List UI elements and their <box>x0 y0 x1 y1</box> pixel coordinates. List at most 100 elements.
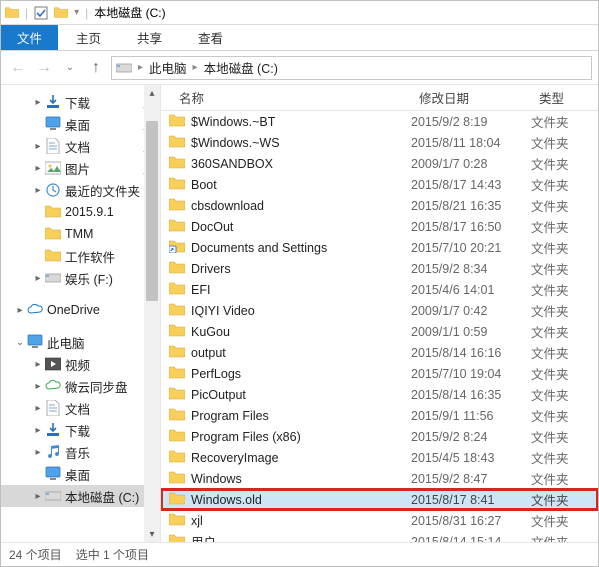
back-button[interactable]: ← <box>7 57 29 79</box>
breadcrumb-current[interactable]: 本地磁盘 (C:) <box>204 58 278 77</box>
tree-onedrive[interactable]: ▸ OneDrive <box>1 299 160 321</box>
file-row[interactable]: xjl2015/8/31 16:27文件夹 <box>161 510 598 531</box>
tree-wysync[interactable]: ▸ 微云同步盘 <box>1 375 160 397</box>
tree-documents[interactable]: ▸ 文档 📌 <box>1 135 160 157</box>
file-row[interactable]: DocOut2015/8/17 16:50文件夹 <box>161 216 598 237</box>
cell-date: 2015/9/2 8:34 <box>411 262 531 276</box>
file-row[interactable]: 360SANDBOX2009/1/7 0:28文件夹 <box>161 153 598 174</box>
file-row[interactable]: Windows2015/9/2 8:47文件夹 <box>161 468 598 489</box>
tree-folder-c[interactable]: 工作软件 <box>1 245 160 267</box>
file-row[interactable]: Program Files2015/9/1 11:56文件夹 <box>161 405 598 426</box>
file-row[interactable]: Program Files (x86)2015/9/2 8:24文件夹 <box>161 426 598 447</box>
file-row[interactable]: $Windows.~BT2015/9/2 8:19文件夹 <box>161 111 598 132</box>
file-row[interactable]: IQIYI Video2009/1/7 0:42文件夹 <box>161 300 598 321</box>
scroll-thumb[interactable] <box>146 121 158 301</box>
tab-view[interactable]: 查看 <box>180 25 241 50</box>
recent-dropdown[interactable]: ⌄ <box>59 57 81 79</box>
monitor-icon <box>45 466 61 482</box>
tree-thispc[interactable]: ⌄ 此电脑 <box>1 331 160 353</box>
tree-pictures[interactable]: ▸ 图片 📌 <box>1 157 160 179</box>
chevron-right-icon[interactable]: ▸ <box>31 447 45 458</box>
tree-entertainment[interactable]: ▸ 娱乐 (F:) <box>1 267 160 289</box>
cell-date: 2015/8/21 16:35 <box>411 199 531 213</box>
file-row[interactable]: PicOutput2015/8/14 16:35文件夹 <box>161 384 598 405</box>
file-pane: 名称 修改日期 类型 $Windows.~BT2015/9/2 8:19文件夹$… <box>161 85 598 542</box>
folder-icon <box>169 281 185 298</box>
tree-desktop[interactable]: 桌面 📌 <box>1 113 160 135</box>
chevron-right-icon[interactable]: ▸ <box>31 359 45 370</box>
file-row[interactable]: RecoveryImage2015/4/5 18:43文件夹 <box>161 447 598 468</box>
scroll-track[interactable] <box>144 101 160 526</box>
col-date[interactable]: 修改日期 <box>411 88 531 107</box>
scroll-up-icon[interactable]: ▴ <box>144 85 160 101</box>
tree-cdrive[interactable]: ▸ 本地磁盘 (C:) <box>1 485 160 507</box>
chevron-right-icon[interactable]: ▸ <box>13 305 27 316</box>
file-row[interactable]: Drivers 2015/9/2 8:34文件夹 <box>161 258 598 279</box>
tree-folder-a[interactable]: 2015.9.1 <box>1 201 160 223</box>
cell-type: 文件夹 <box>531 259 598 278</box>
up-button[interactable]: ↑ <box>85 57 107 79</box>
chevron-right-icon[interactable]: ▸ <box>31 425 45 436</box>
picture-icon <box>45 160 61 176</box>
chevron-right-icon[interactable]: ▸ <box>31 163 45 174</box>
chevron-right-icon[interactable]: ▸ <box>31 97 45 108</box>
tab-file[interactable]: 文件 <box>1 25 58 50</box>
file-name: Windows <box>191 472 242 486</box>
file-row[interactable]: KuGou2009/1/1 0:59文件夹 <box>161 321 598 342</box>
file-row[interactable]: output2015/8/14 16:16文件夹 <box>161 342 598 363</box>
chevron-right-icon[interactable]: ▸ <box>31 491 45 502</box>
tree-folder-b[interactable]: TMM <box>1 223 160 245</box>
tree-recent[interactable]: ▸ 最近的文件夹 <box>1 179 160 201</box>
chevron-right-icon[interactable]: ▸ <box>31 403 45 414</box>
cell-name: Boot <box>161 176 411 193</box>
tree-label: 下载 <box>65 93 140 112</box>
file-row[interactable]: $Windows.~WS2015/8/11 18:04文件夹 <box>161 132 598 153</box>
address-bar[interactable]: ▸ 此电脑 ▸ 本地磁盘 (C:) <box>111 56 592 80</box>
file-row[interactable]: Documents and Settings2015/7/10 20:21文件夹 <box>161 237 598 258</box>
chevron-right-icon[interactable]: ▸ <box>136 62 145 73</box>
tree-videos[interactable]: ▸ 视频 <box>1 353 160 375</box>
cell-name: KuGou <box>161 323 411 340</box>
file-name: Drivers <box>191 262 231 276</box>
tree-downloads[interactable]: ▸ 下载 📌 <box>1 91 160 113</box>
file-row[interactable]: PerfLogs2015/7/10 19:04文件夹 <box>161 363 598 384</box>
qat-chevron-icon[interactable]: ▾ <box>74 7 79 18</box>
cell-type: 文件夹 <box>531 364 598 383</box>
chevron-right-icon[interactable]: ▸ <box>31 273 45 284</box>
cell-name: RecoveryImage <box>161 449 411 466</box>
download-icon <box>45 94 61 110</box>
tab-share[interactable]: 共享 <box>119 25 180 50</box>
tree-music[interactable]: ▸ 音乐 <box>1 441 160 463</box>
folder-icon <box>54 6 68 20</box>
checkbox-icon[interactable] <box>34 6 48 20</box>
folder-icon <box>169 470 185 487</box>
chevron-right-icon[interactable]: ▸ <box>31 381 45 392</box>
chevron-down-icon[interactable]: ⌄ <box>13 337 27 348</box>
file-row[interactable]: cbsdownload2015/8/21 16:35文件夹 <box>161 195 598 216</box>
cell-name: 用户 <box>161 532 411 542</box>
file-row[interactable]: Boot2015/8/17 14:43文件夹 <box>161 174 598 195</box>
cell-name: DocOut <box>161 218 411 235</box>
tree-desktop2[interactable]: 桌面 <box>1 463 160 485</box>
chevron-right-icon[interactable]: ▸ <box>191 62 200 73</box>
col-type[interactable]: 类型 <box>531 88 598 107</box>
file-row[interactable]: EFI2015/4/6 14:01文件夹 <box>161 279 598 300</box>
folder-icon <box>169 197 185 214</box>
col-name[interactable]: 名称 <box>161 88 411 107</box>
forward-button[interactable]: → <box>33 57 55 79</box>
scrollbar[interactable]: ▴ ▾ <box>144 85 160 542</box>
file-row[interactable]: Windows.old2015/8/17 8:41文件夹 <box>161 489 598 510</box>
tree-label: 桌面 <box>65 115 140 134</box>
tab-home[interactable]: 主页 <box>58 25 119 50</box>
folder-icon <box>169 176 185 193</box>
scroll-down-icon[interactable]: ▾ <box>144 526 160 542</box>
tree-downloads2[interactable]: ▸ 下载 <box>1 419 160 441</box>
cell-date: 2015/9/1 11:56 <box>411 409 531 423</box>
breadcrumb-thispc[interactable]: 此电脑 <box>149 58 187 77</box>
tree-documents2[interactable]: ▸ 文档 <box>1 397 160 419</box>
file-row[interactable]: 用户2015/8/14 15:14文件夹 <box>161 531 598 542</box>
chevron-right-icon[interactable]: ▸ <box>31 185 45 196</box>
separator: | <box>25 6 28 20</box>
nav-row: ← → ⌄ ↑ ▸ 此电脑 ▸ 本地磁盘 (C:) <box>1 51 598 85</box>
chevron-right-icon[interactable]: ▸ <box>31 141 45 152</box>
